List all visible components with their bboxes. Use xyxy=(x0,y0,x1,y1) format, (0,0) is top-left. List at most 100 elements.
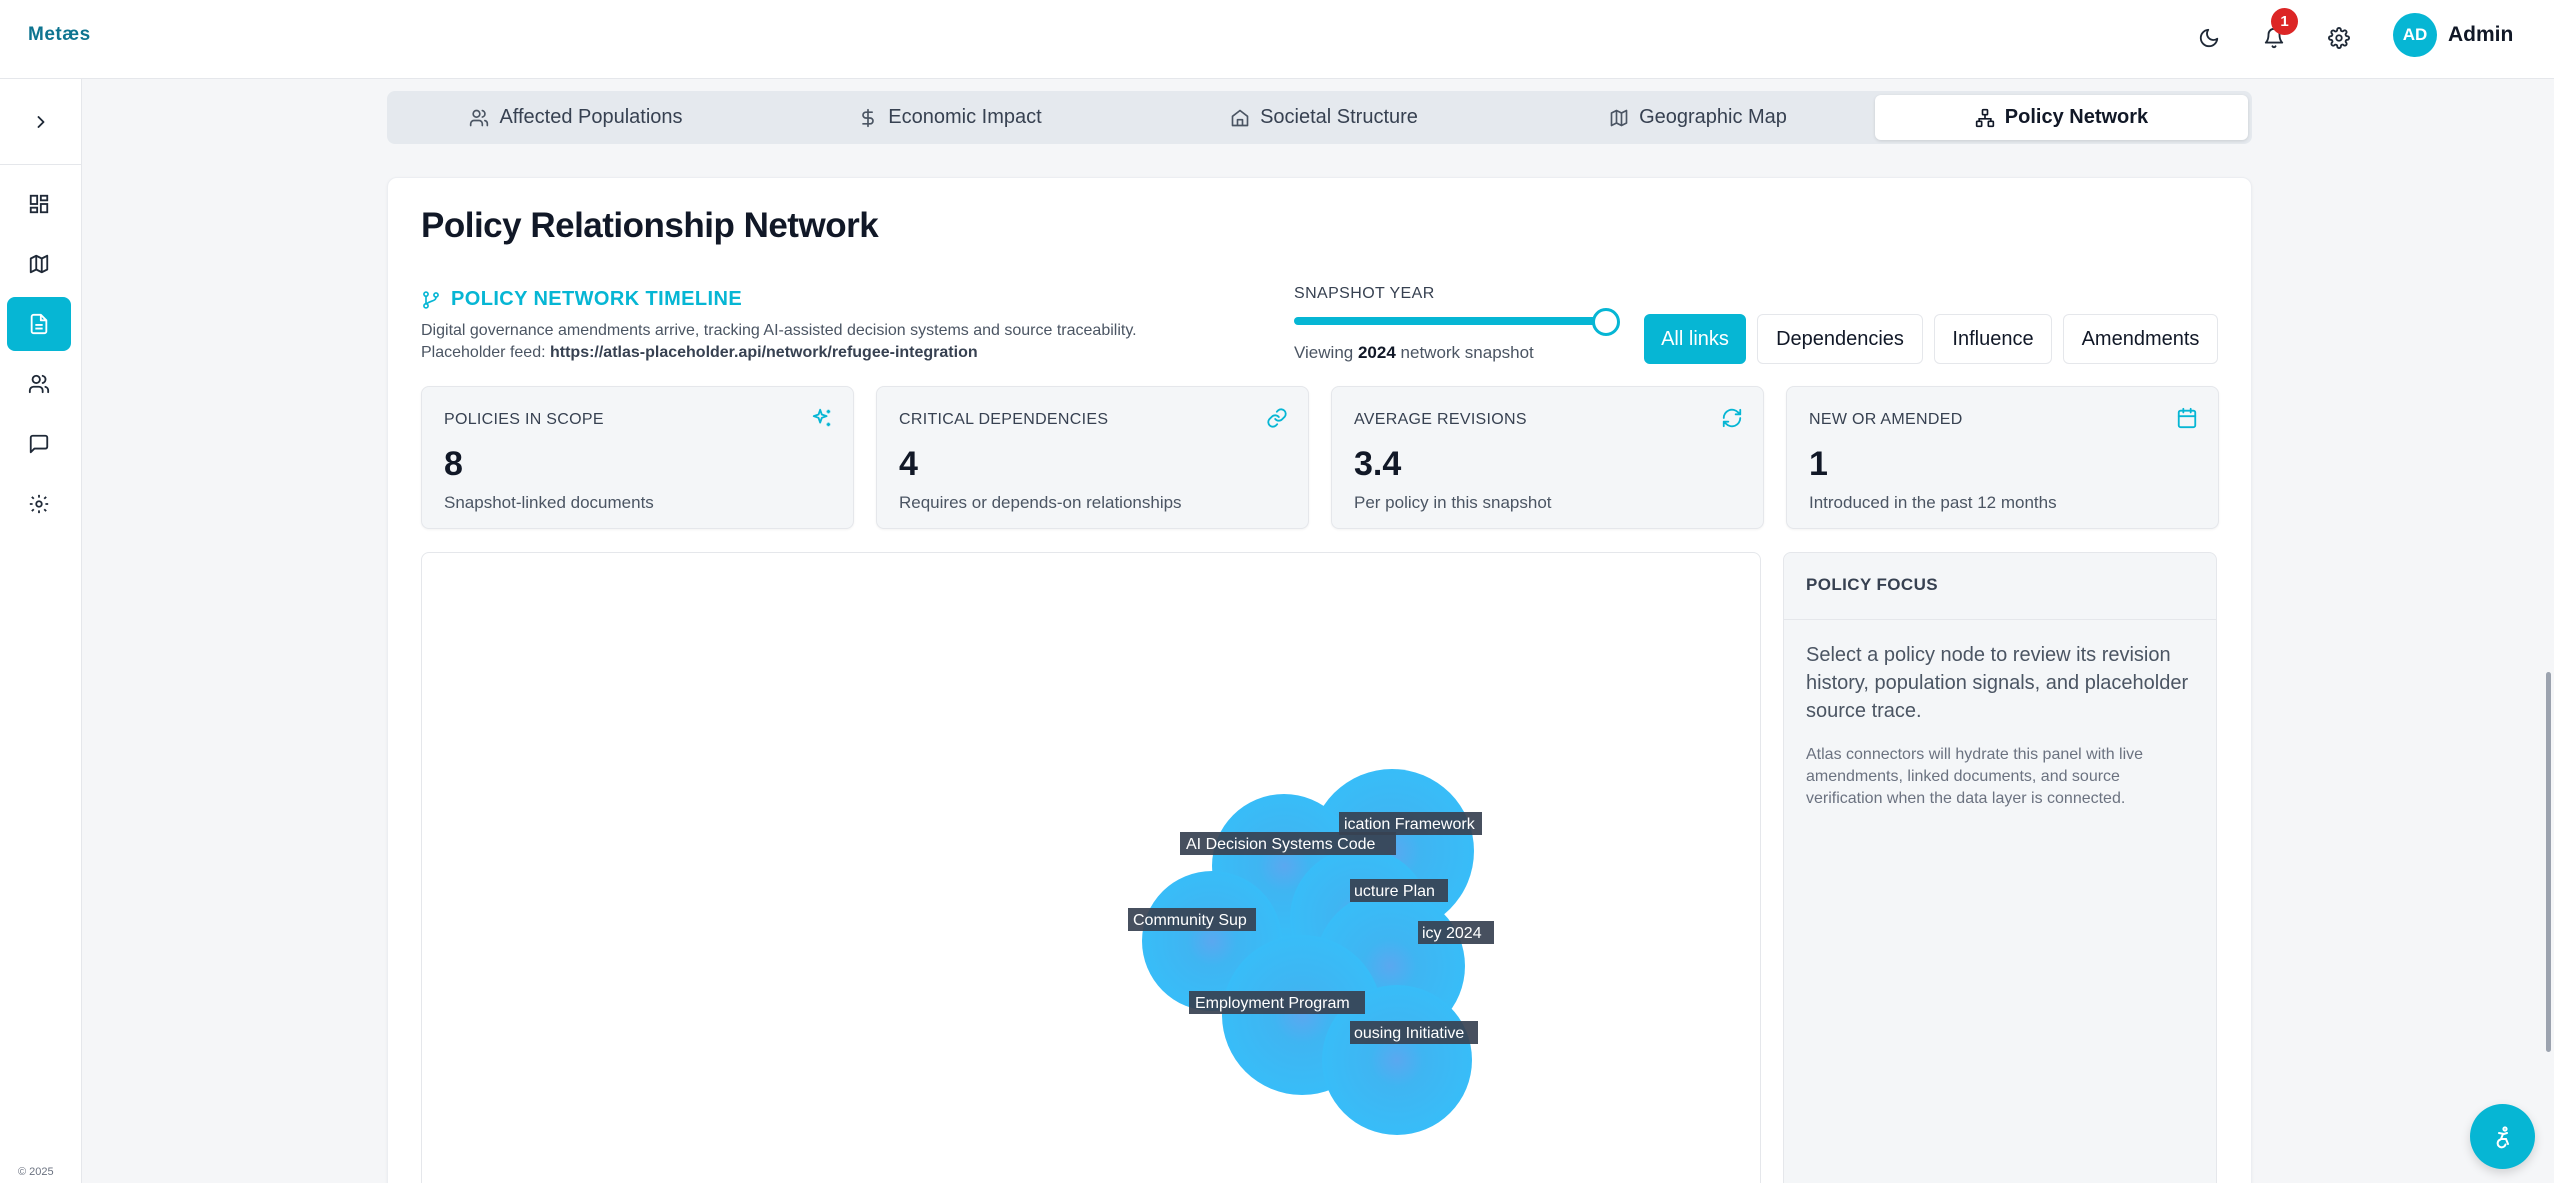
app-logo[interactable]: Metæs xyxy=(28,24,91,46)
stat-card-critical-dependencies: CRITICAL DEPENDENCIES 4 Requires or depe… xyxy=(876,386,1309,529)
page-title: Policy Relationship Network xyxy=(421,206,879,245)
map-icon xyxy=(29,254,49,274)
node-label-group[interactable]: ucture Plan xyxy=(1350,879,1448,902)
filter-all-links-button[interactable]: All links xyxy=(1644,314,1746,364)
snapshot-year-label: SNAPSHOT YEAR xyxy=(1294,285,1435,302)
page-scrollbar[interactable] xyxy=(2546,672,2551,1052)
policy-network-graph[interactable]: ication Framework AI Decision Systems Co… xyxy=(421,552,1761,1183)
sidebar-item-map[interactable] xyxy=(7,237,71,291)
users-icon xyxy=(28,374,50,394)
filter-dependencies-button[interactable]: Dependencies xyxy=(1757,314,1923,364)
node-label-group[interactable]: icy 2024 xyxy=(1418,921,1494,944)
accessibility-icon xyxy=(2496,1125,2509,1148)
timeline-feed: Placeholder feed: https://atlas-placehol… xyxy=(421,342,978,364)
top-bar: Metæs 1 AD Admin xyxy=(0,0,2554,79)
feed-label: Placeholder feed: xyxy=(421,344,546,361)
notification-badge: 1 xyxy=(2271,8,2298,35)
node-label: Community Sup xyxy=(1133,912,1247,929)
stat-label: CRITICAL DEPENDENCIES xyxy=(899,411,1109,428)
sidebar-item-policies[interactable] xyxy=(7,297,71,351)
sparkles-icon xyxy=(812,408,831,427)
stat-label: AVERAGE REVISIONS xyxy=(1354,411,1527,428)
link-icon xyxy=(1267,408,1287,428)
dashboard-icon xyxy=(29,194,49,214)
notifications-button[interactable]: 1 xyxy=(2256,8,2298,56)
accessibility-button[interactable] xyxy=(2470,1104,2535,1169)
viewing-suffix: network snapshot xyxy=(1400,343,1534,362)
stat-subtext: Per policy in this snapshot xyxy=(1354,493,1552,512)
tab-label: Affected Populations xyxy=(499,106,683,128)
policy-focus-note: Atlas connectors will hydrate this panel… xyxy=(1806,746,2144,807)
stat-label: NEW OR AMENDED xyxy=(1809,411,1963,428)
tab-geographic-map[interactable]: Geographic Map xyxy=(1513,95,1883,140)
copyright-text: © 2025 xyxy=(18,1166,54,1178)
user-name[interactable]: Admin xyxy=(2448,23,2513,47)
policy-network-card: Policy Relationship Network POLICY NETWO… xyxy=(387,177,2252,1183)
snapshot-year-value: 2024 xyxy=(1357,343,1396,362)
sidebar-expand-button[interactable] xyxy=(0,79,81,165)
tab-societal-structure[interactable]: Societal Structure xyxy=(1139,95,1509,140)
network-icon xyxy=(1975,108,1994,127)
node-label-group[interactable]: ication Framework xyxy=(1339,812,1482,835)
stat-value: 8 xyxy=(444,445,463,483)
tab-label: Policy Network xyxy=(2004,106,2149,128)
filter-amendments-button[interactable]: Amendments xyxy=(2063,314,2218,364)
chevron-right-icon xyxy=(37,115,44,128)
policy-focus-header: POLICY FOCUS xyxy=(1784,553,2216,620)
node-label-group[interactable]: Community Sup xyxy=(1128,908,1256,931)
calendar-icon xyxy=(2177,407,2197,429)
tab-affected-populations[interactable]: Affected Populations xyxy=(391,95,761,140)
stat-card-new-or-amended: NEW OR AMENDED 1 Introduced in the past … xyxy=(1786,386,2219,529)
timeline-description: Digital governance amendments arrive, tr… xyxy=(421,322,1137,339)
stat-subtext: Requires or depends-on relationships xyxy=(899,493,1182,512)
settings-button[interactable] xyxy=(2321,20,2357,56)
stat-subtext: Snapshot-linked documents xyxy=(444,493,654,512)
sidebar-item-users[interactable] xyxy=(7,357,71,411)
refresh-icon xyxy=(1722,408,1742,428)
stat-label: POLICIES IN SCOPE xyxy=(444,411,604,428)
timeline-heading: POLICY NETWORK TIMELINE xyxy=(421,288,742,311)
sidebar-item-settings[interactable] xyxy=(7,477,71,531)
tab-economic-impact[interactable]: Economic Impact xyxy=(765,95,1135,140)
stat-value: 4 xyxy=(899,445,918,483)
node-label: ication Framework xyxy=(1344,816,1476,833)
policy-focus-message: Select a policy node to review its revis… xyxy=(1806,644,2189,722)
tab-label: Economic Impact xyxy=(888,106,1042,128)
policy-focus-panel: POLICY FOCUS Select a policy node to rev… xyxy=(1783,552,2217,1183)
dollar-icon xyxy=(862,108,875,127)
node-label: AI Decision Systems Code xyxy=(1186,836,1376,853)
snapshot-slider-thumb[interactable] xyxy=(1592,308,1620,336)
node-label: ousing Initiative xyxy=(1354,1025,1464,1042)
timeline-title: POLICY NETWORK TIMELINE xyxy=(451,288,743,310)
viewing-prefix: Viewing xyxy=(1294,343,1354,362)
document-icon xyxy=(30,313,48,335)
user-avatar[interactable]: AD xyxy=(2393,13,2437,57)
node-label: Employment Program xyxy=(1195,995,1350,1012)
sidebar: © 2025 xyxy=(0,79,82,1183)
message-icon xyxy=(29,434,49,454)
sidebar-item-dashboard[interactable] xyxy=(7,177,71,231)
moon-icon xyxy=(2199,28,2219,48)
dark-mode-toggle[interactable] xyxy=(2191,20,2227,56)
node-label: ucture Plan xyxy=(1354,883,1435,900)
snapshot-viewing-text: Viewing 2024 network snapshot xyxy=(1294,343,1534,363)
stat-card-average-revisions: AVERAGE REVISIONS 3.4 Per policy in this… xyxy=(1331,386,1764,529)
node-label-group[interactable]: Employment Program xyxy=(1189,991,1365,1014)
node-label-group[interactable]: ousing Initiative xyxy=(1350,1021,1478,1044)
policy-focus-title: POLICY FOCUS xyxy=(1806,575,1939,594)
home-icon xyxy=(1231,109,1249,126)
stat-subtext: Introduced in the past 12 months xyxy=(1809,493,2057,512)
snapshot-slider-track[interactable] xyxy=(1294,317,1607,325)
stat-card-policies-in-scope: POLICIES IN SCOPE 8 Snapshot-linked docu… xyxy=(421,386,854,529)
tab-policy-network[interactable]: Policy Network xyxy=(1875,95,2248,140)
analysis-tabs: Affected Populations Economic Impact Soc… xyxy=(387,91,2252,144)
users-icon xyxy=(470,109,489,126)
network-canvas[interactable]: ication Framework AI Decision Systems Co… xyxy=(422,553,1761,1183)
tab-label: Societal Structure xyxy=(1260,106,1418,128)
sidebar-item-messages[interactable] xyxy=(7,417,71,471)
feed-url[interactable]: https://atlas-placeholder.api/network/re… xyxy=(550,344,978,361)
node-label-group[interactable]: AI Decision Systems Code xyxy=(1180,832,1396,855)
filter-influence-button[interactable]: Influence xyxy=(1934,314,2052,364)
map-icon xyxy=(1610,109,1628,126)
stat-value: 1 xyxy=(1809,445,1828,483)
